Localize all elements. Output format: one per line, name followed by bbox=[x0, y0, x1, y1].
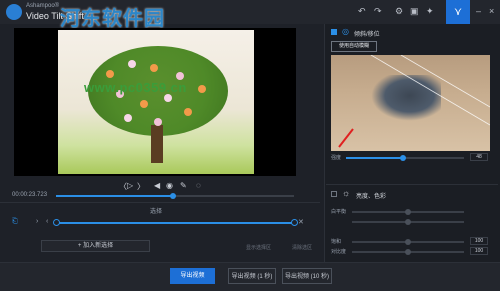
redo-icon[interactable]: ↷ bbox=[374, 6, 382, 17]
settings-icon[interactable]: ⚙ bbox=[395, 6, 403, 17]
divider bbox=[326, 184, 498, 185]
section-color-title: 亮度、色彩 bbox=[356, 194, 387, 200]
color-slider[interactable] bbox=[352, 209, 464, 215]
strength-label: 强度 bbox=[331, 155, 342, 161]
time-display: 00:00:23.723 bbox=[12, 192, 48, 198]
color-slider-label: 饱和 bbox=[331, 239, 342, 245]
color-slider[interactable] bbox=[352, 249, 464, 255]
wrench-icon[interactable]: ✎ bbox=[180, 181, 187, 190]
seek-progress bbox=[56, 195, 174, 197]
color-slider-handle[interactable] bbox=[405, 249, 411, 255]
strength-handle[interactable] bbox=[399, 155, 406, 161]
watermark-site-name: 河东软件园 bbox=[60, 6, 165, 30]
red-arrow bbox=[338, 128, 354, 148]
color-slider-handle[interactable] bbox=[405, 209, 411, 215]
range-end-handle[interactable] bbox=[291, 219, 298, 226]
brand-line1: Ashampoo® bbox=[26, 3, 60, 9]
preview-image bbox=[58, 30, 254, 174]
tilt-lines bbox=[338, 55, 490, 148]
close-icon[interactable]: × bbox=[489, 6, 494, 16]
range-collapse-icon[interactable]: ‹ bbox=[46, 218, 48, 225]
undo-icon[interactable]: ↶ bbox=[358, 6, 366, 17]
range-expand-icon[interactable]: › bbox=[36, 218, 38, 225]
tree-trunk bbox=[151, 125, 163, 163]
auto-blur-button[interactable]: 使用自动模糊 bbox=[331, 41, 377, 52]
export-video-button[interactable]: 导出视频 bbox=[170, 268, 215, 284]
title-bar: Ashampoo® Video Tilt-Shift 河东软件园 ↶ ↷ ⚙ ▣… bbox=[0, 0, 500, 30]
add-selection-button[interactable]: + 加入新选择 bbox=[41, 240, 150, 252]
app-logo-icon bbox=[6, 4, 22, 20]
minimize-icon[interactable]: – bbox=[476, 6, 481, 16]
color-checkbox[interactable] bbox=[331, 191, 337, 197]
color-slider-label: 对比度 bbox=[331, 249, 347, 255]
color-slider[interactable] bbox=[352, 239, 464, 245]
color-slider-handle[interactable] bbox=[405, 219, 411, 225]
selection-label: 选择 bbox=[150, 209, 163, 215]
show-selection-checkbox[interactable]: 显示选择区 bbox=[246, 244, 271, 251]
video-preview: www.pc0359.cn bbox=[14, 28, 296, 176]
seek-handle[interactable] bbox=[170, 193, 176, 199]
divider bbox=[0, 202, 320, 203]
play-icon[interactable]: ▷ bbox=[127, 181, 133, 190]
clear-selection-link[interactable]: 清除选区 bbox=[292, 244, 312, 251]
prev-frame-icon[interactable]: 〈 bbox=[119, 181, 127, 192]
app-window: Ashampoo® Video Tilt-Shift 河东软件园 ↶ ↷ ⚙ ▣… bbox=[0, 0, 500, 291]
brightness-icon: ☼ bbox=[342, 188, 351, 198]
export-10s-button[interactable]: 导出视频 (10 秒) bbox=[282, 268, 332, 284]
color-slider-value[interactable]: 100 bbox=[470, 237, 488, 245]
strength-fill bbox=[346, 157, 403, 159]
volume-icon[interactable]: ◀ bbox=[154, 181, 160, 190]
color-slider-label: 白平衡 bbox=[331, 209, 347, 215]
range-start-icon[interactable]: ⎗ bbox=[12, 218, 18, 226]
export-1s-button[interactable]: 导出视频 (1 秒) bbox=[228, 268, 276, 284]
color-slider-value[interactable]: 100 bbox=[470, 247, 488, 255]
next-frame-icon[interactable]: 〉 bbox=[137, 181, 145, 192]
seek-bar[interactable] bbox=[56, 193, 294, 199]
range-start-handle[interactable] bbox=[53, 219, 60, 226]
tilt-shift-checkbox[interactable] bbox=[331, 29, 337, 35]
image-icon[interactable]: ▣ bbox=[410, 6, 419, 17]
remove-range-icon[interactable]: ✕ bbox=[298, 218, 304, 226]
eye-icon[interactable]: ◉ bbox=[166, 181, 173, 190]
section-tilt-shift-title: 倾斜/移位 bbox=[354, 32, 380, 38]
color-slider-handle[interactable] bbox=[405, 239, 411, 245]
loading-icon: ◌ bbox=[196, 181, 201, 190]
tilt-shift-preview[interactable] bbox=[331, 55, 490, 151]
selection-range[interactable] bbox=[53, 219, 298, 226]
tilt-shift-icon[interactable]: ⋎ bbox=[446, 0, 470, 24]
strength-value[interactable]: 48 bbox=[470, 153, 488, 161]
target-icon: ◎ bbox=[342, 27, 349, 36]
watermark-url: www.pc0359.cn bbox=[84, 80, 187, 95]
strength-slider[interactable] bbox=[346, 155, 464, 161]
color-slider[interactable] bbox=[352, 219, 464, 225]
star-icon[interactable]: ✦ bbox=[426, 6, 434, 17]
